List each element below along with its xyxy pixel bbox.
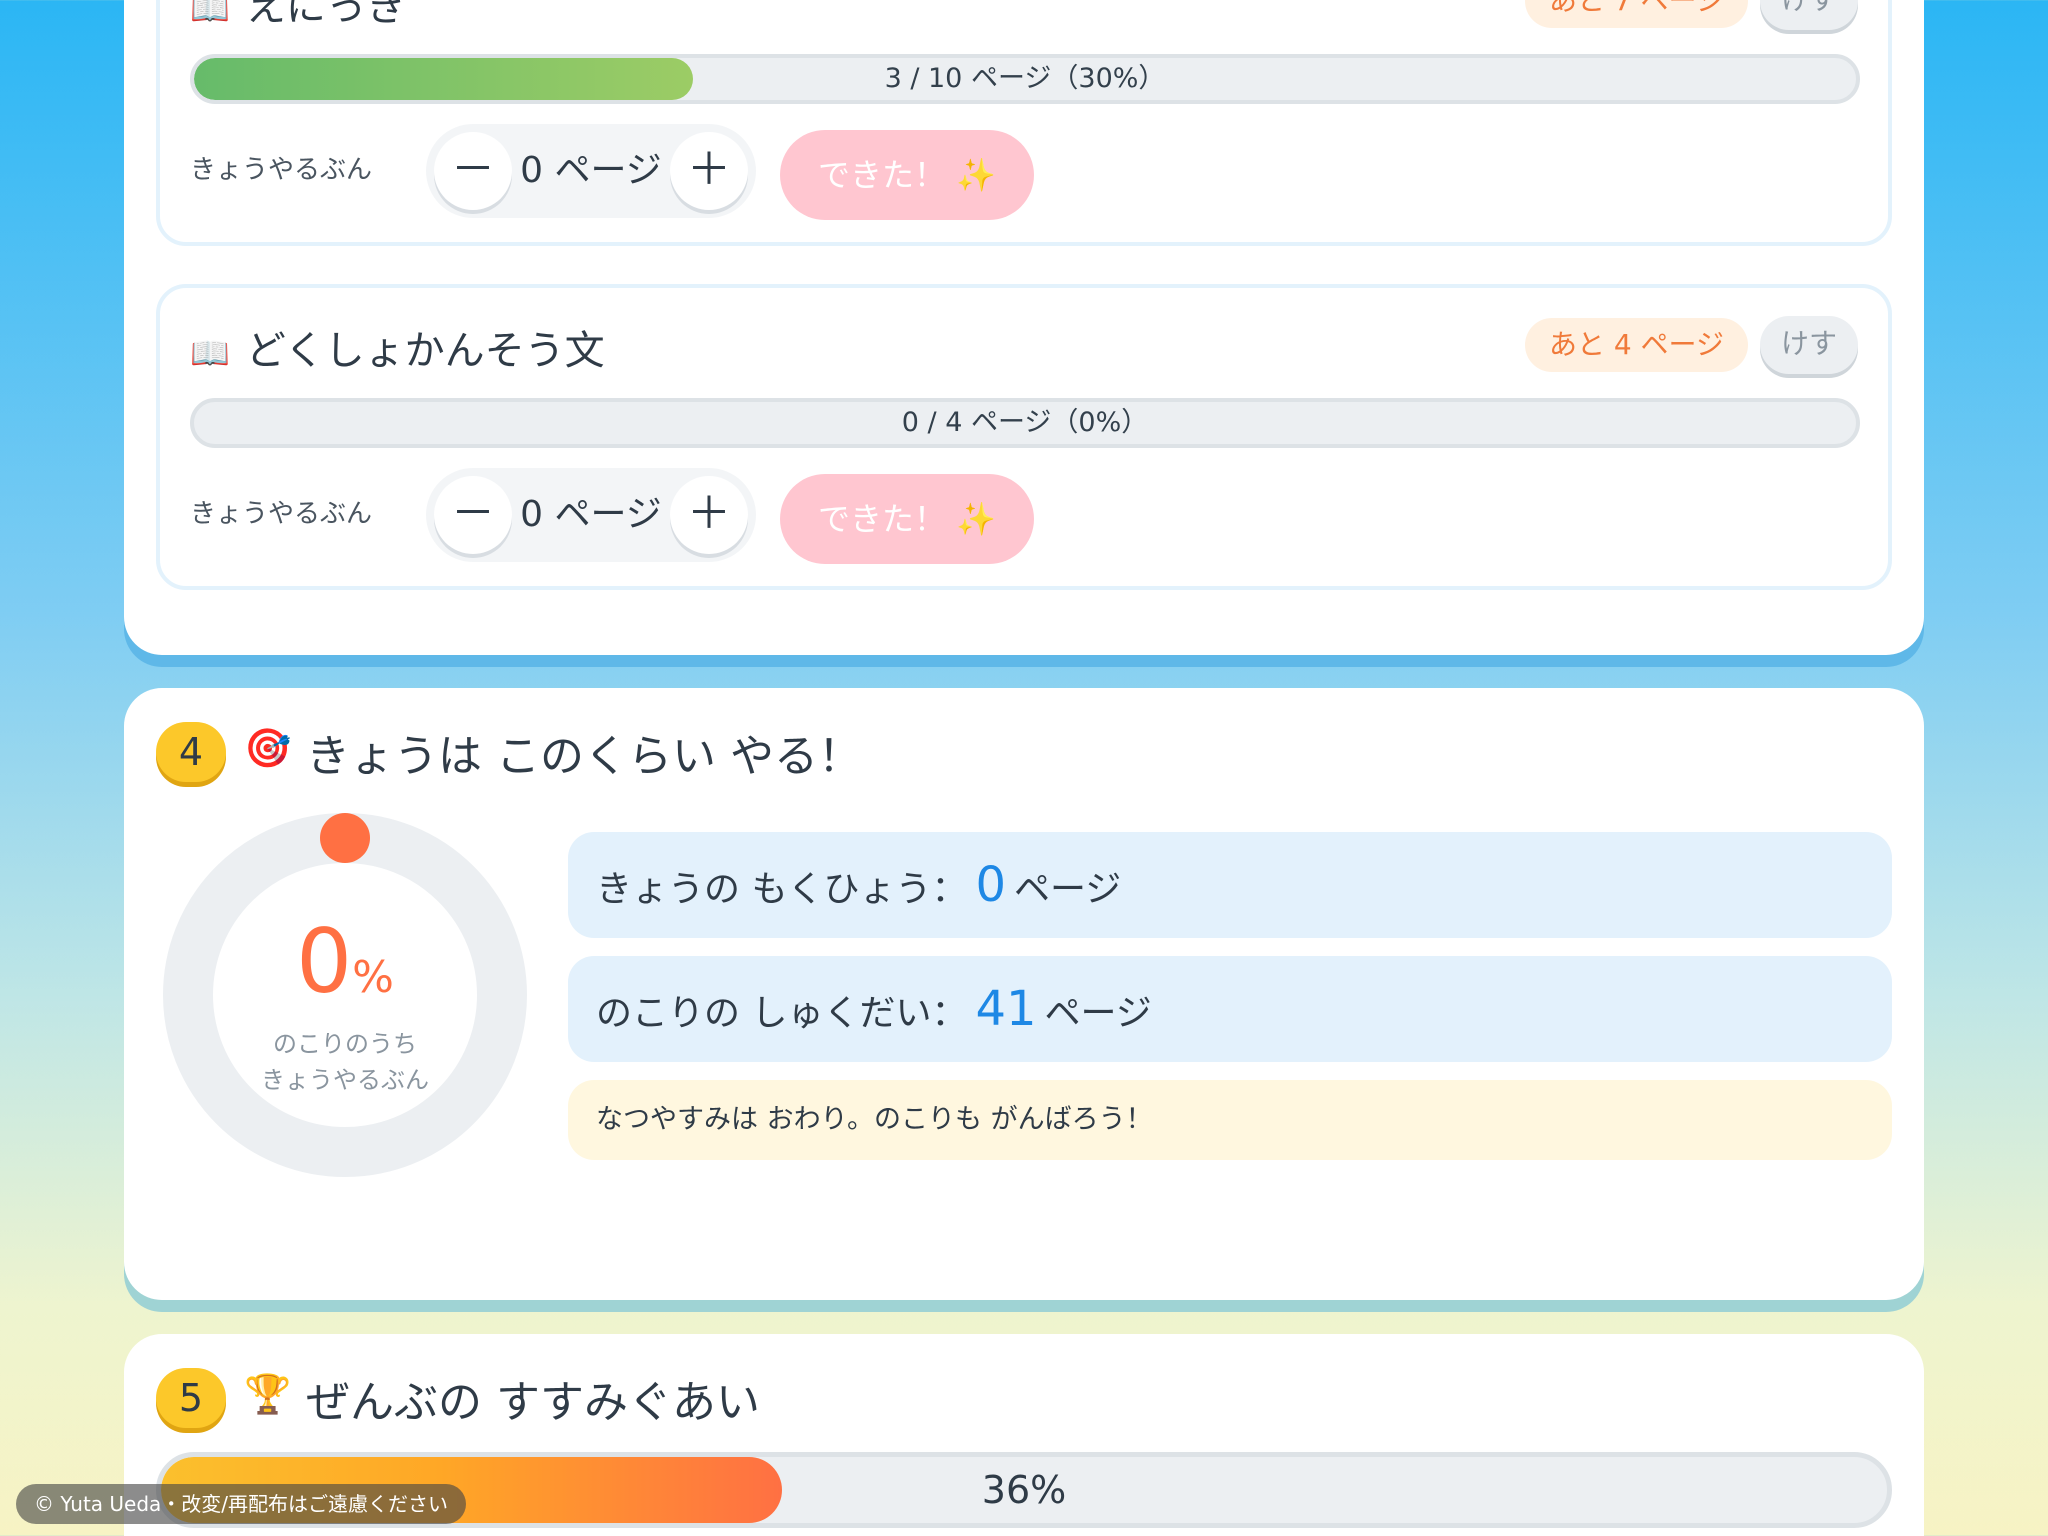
- decrement-button[interactable]: －: [434, 476, 512, 554]
- increment-button[interactable]: ＋: [670, 476, 748, 554]
- task-title: 📖 えにっき: [190, 0, 406, 32]
- today-goal-panel: 4 🎯 きょうは このくらい やる！ 0% のこりのうち きょうやるぶん きょう…: [124, 688, 1924, 1300]
- stepper-value: 0 ページ: [520, 150, 662, 191]
- copyright-notice: © Yuta Ueda・改変/再配布はご遠慮ください: [16, 1484, 467, 1524]
- task-card-enikki: 📖えにっき あと 7 ページ けす 3 / 10 ページ（30%） きょうやるぶ…: [156, 0, 1892, 246]
- today-amount-label: きょうやるぶん: [190, 499, 373, 529]
- homework-list-panel: 📖えにっき あと 7 ページ けす 3 / 10 ページ（30%） きょうやるぶ…: [124, 0, 1924, 655]
- increment-button[interactable]: ＋: [670, 132, 748, 210]
- remaining-homework-value: 41: [975, 981, 1037, 1037]
- encouragement-message: なつやすみは おわり。のこりも がんばろう！: [568, 1080, 1892, 1160]
- task-progress-bar: 0 / 4 ページ（0%）: [190, 398, 1860, 448]
- ring-caption-line-1: のこりのうち: [273, 1030, 417, 1058]
- book-icon: 📖: [190, 0, 230, 28]
- remaining-pages-badge: あと 7 ページ: [1524, 0, 1748, 28]
- remaining-pages-badge: あと 4 ページ: [1524, 318, 1748, 372]
- done-button[interactable]: できた！ ✨: [780, 474, 1034, 564]
- ring-percent: 0%: [296, 910, 394, 1013]
- task-card-dokusho: 📖 どくしょかんそう文 あと 4 ページ けす 0 / 4 ページ（0%） きょう…: [156, 284, 1892, 590]
- decrement-button[interactable]: －: [434, 132, 512, 210]
- today-goal-value: 0: [975, 857, 1006, 913]
- today-goal-box: きょうの もくひょう： 0 ページ: [568, 832, 1892, 938]
- remaining-homework-box: のこりの しゅくだい： 41 ページ: [568, 956, 1892, 1062]
- section-title: きょうは このくらい やる！: [306, 731, 862, 782]
- task-title: 📖 どくしょかんそう文: [190, 328, 605, 374]
- sparkles-icon: ✨: [956, 156, 997, 194]
- delete-button[interactable]: けす: [1760, 316, 1858, 374]
- target-icon: 🎯: [244, 726, 292, 770]
- page-stepper: － 0 ページ ＋: [426, 124, 756, 218]
- trophy-icon: 🏆: [244, 1372, 292, 1416]
- sparkles-icon: ✨: [956, 500, 997, 538]
- section-number-badge: 5: [156, 1368, 226, 1428]
- task-progress-text: 0 / 4 ページ（0%）: [901, 407, 1149, 438]
- section-number-badge: 4: [156, 722, 226, 782]
- task-progress-bar: 3 / 10 ページ（30%）: [190, 54, 1860, 104]
- stepper-value: 0 ページ: [520, 494, 662, 535]
- ring-caption-line-2: きょうやるぶん: [261, 1066, 429, 1094]
- done-button[interactable]: できた！ ✨: [780, 130, 1034, 220]
- today-amount-label: きょうやるぶん: [190, 155, 373, 185]
- section-title: ぜんぶの すすみぐあい: [306, 1377, 760, 1428]
- page-stepper: － 0 ページ ＋: [426, 468, 756, 562]
- book-icon: 📖: [190, 334, 230, 372]
- delete-button[interactable]: けす: [1760, 0, 1858, 30]
- task-progress-text: 3 / 10 ページ（30%）: [884, 63, 1166, 94]
